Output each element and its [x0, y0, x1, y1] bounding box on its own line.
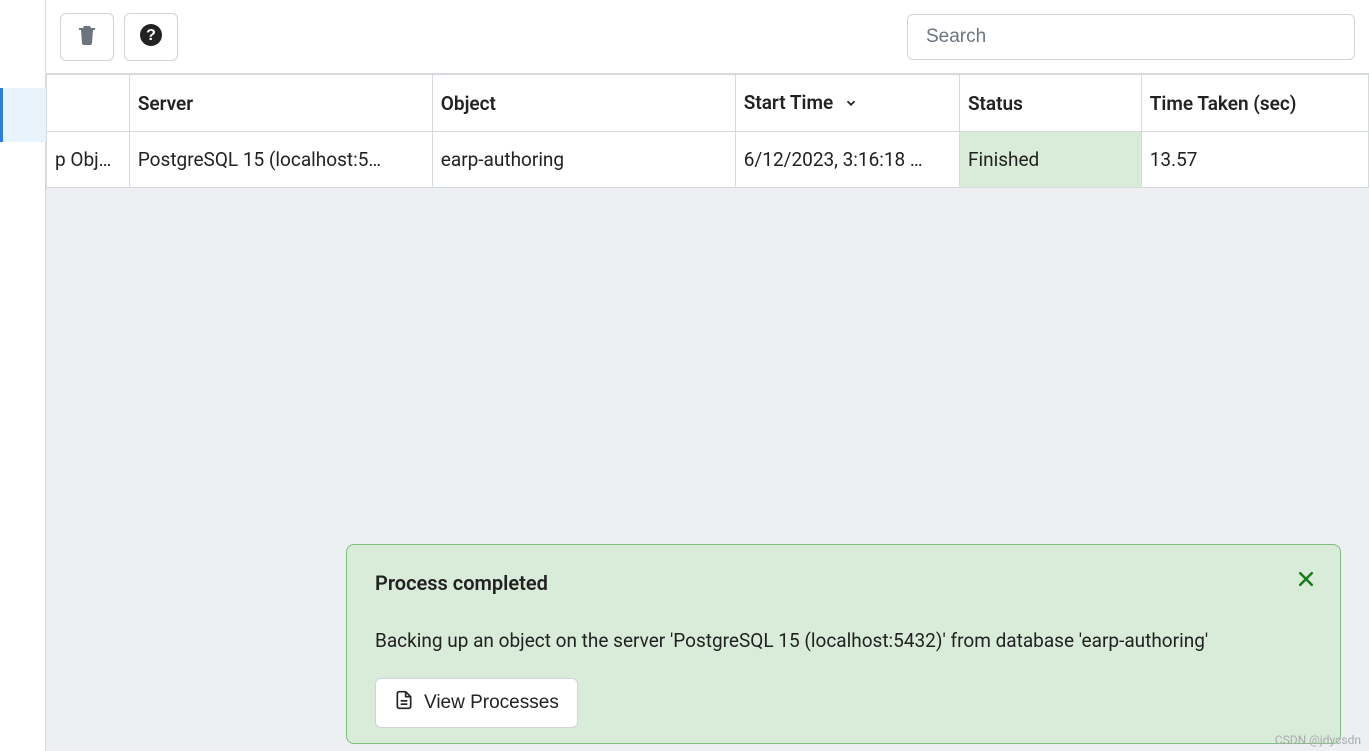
- cell-object: earp-authoring: [432, 132, 735, 188]
- delete-button[interactable]: [60, 13, 114, 61]
- notification-toast: Process completed Backing up an object o…: [346, 544, 1341, 744]
- notification-close-button[interactable]: [1292, 567, 1320, 595]
- cell-status: Finished: [959, 132, 1141, 188]
- column-header-start-time[interactable]: Start Time: [735, 75, 959, 132]
- notification-title: Process completed: [375, 571, 1312, 595]
- help-button[interactable]: ?: [124, 13, 178, 61]
- column-header-time-taken[interactable]: Time Taken (sec): [1141, 75, 1368, 132]
- left-sidebar-strip: [0, 0, 46, 751]
- table-row[interactable]: p Obje… PostgreSQL 15 (localhost:5… earp…: [47, 132, 1369, 188]
- table-header-row: Server Object Start Time Status Time Tak…: [47, 75, 1369, 132]
- close-icon: [1296, 569, 1316, 593]
- notification-message: Backing up an object on the server 'Post…: [375, 629, 1312, 652]
- cell-start-time: 6/12/2023, 3:16:18 …: [735, 132, 959, 188]
- search-input[interactable]: [907, 14, 1355, 60]
- cell-server: PostgreSQL 15 (localhost:5…: [129, 132, 432, 188]
- svg-text:?: ?: [146, 27, 156, 44]
- toolbar: ?: [46, 0, 1369, 74]
- watermark: CSDN @jdycsdn: [1275, 733, 1361, 747]
- process-table-wrap: Server Object Start Time Status Time Tak…: [46, 74, 1369, 188]
- cell-type: p Obje…: [47, 132, 130, 188]
- view-processes-label: View Processes: [424, 692, 559, 714]
- process-table: Server Object Start Time Status Time Tak…: [46, 74, 1369, 188]
- cell-time-taken: 13.57: [1141, 132, 1368, 188]
- trash-icon: [75, 23, 99, 50]
- view-processes-button[interactable]: View Processes: [375, 678, 578, 728]
- sidebar-active-indicator: [0, 88, 46, 142]
- column-header-object[interactable]: Object: [432, 75, 735, 132]
- column-header-server[interactable]: Server: [129, 75, 432, 132]
- help-icon: ?: [139, 23, 163, 50]
- column-header-status[interactable]: Status: [959, 75, 1141, 132]
- file-icon: [394, 689, 414, 717]
- column-header-type[interactable]: [47, 75, 130, 132]
- chevron-down-icon: [844, 92, 858, 115]
- column-header-start-time-label: Start Time: [744, 91, 833, 114]
